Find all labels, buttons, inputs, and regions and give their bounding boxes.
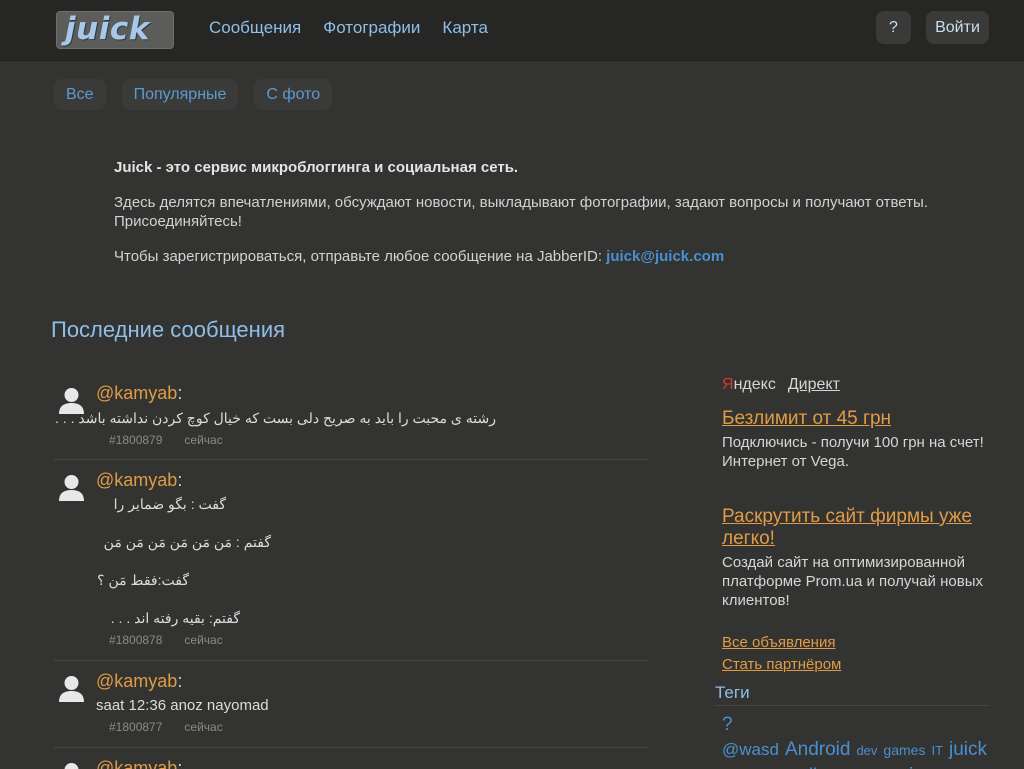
tag-link[interactable]: linux [809,765,846,769]
message-author[interactable]: @kamyab: [96,671,182,692]
help-button[interactable]: ? [876,11,911,44]
brand-direct: Директ [787,376,840,393]
message-time: сейчас [184,433,223,447]
ad-desc: Создай сайт на оптимизированной платформ… [722,554,983,609]
message-text: رشته ی محبت را باید به صریح دلی بست که خ… [55,410,496,426]
message-author[interactable]: @kamyab: [96,383,182,404]
message-line: گفتم: بقیه رفته اند . . . [110,610,240,626]
intro-desc: Здесь делятся впечатлениями, обсуждают н… [114,194,928,230]
brand-ndex: ндекс [733,376,776,393]
logo-text: juick [65,11,150,47]
section-title: Последние сообщения [51,317,286,342]
jabber-link[interactable]: juick@juick.com [606,248,724,265]
tag-link[interactable]: music [873,765,923,769]
tag-link[interactable]: ? [722,714,733,735]
message-item: @kamyab: رشته ی محبت را باید به صریح دلی… [54,373,649,460]
intro-lead: Juick - это сервис микроблоггинга и соци… [114,159,519,176]
become-partner-link[interactable]: Стать партнёром [722,654,992,676]
message-meta: #1800878 сейчас [109,633,223,647]
filter-with-photo[interactable]: С фото [254,79,333,110]
ad-title[interactable]: Раскрутить сайт фирмы уже легко! [722,506,992,550]
message-line: گفتم : مَن مَن مَن مَن مَن مَن [103,534,271,550]
intro-register: Чтобы зарегистрироваться, отправьте любо… [114,247,934,266]
filter-tabs: Все Популярные С фото [54,79,333,110]
message-time: сейчас [184,633,223,647]
tag-link[interactable]: Android [785,739,851,760]
tags-divider [715,705,989,706]
author-name: @kamyab [96,758,178,769]
nav-messages[interactable]: Сообщения [209,18,301,38]
message-author[interactable]: @kamyab: [96,758,182,769]
filter-all[interactable]: Все [54,79,106,110]
yandex-direct-ad: Яндекс Директ Безлимит от 45 грн Подключи… [722,376,992,676]
tag-link[interactable]: dev [856,743,877,758]
tag-link[interactable]: games [883,742,925,758]
nav-photos[interactable]: Фотографии [323,18,420,38]
ad-title[interactable]: Безлимит от 45 грн [722,408,992,430]
nav-map[interactable]: Карта [442,18,488,38]
filter-popular[interactable]: Популярные [121,79,239,110]
top-header: juick Сообщения Фотографии Карта ? Войти [0,0,1024,61]
message-line: گفت : بگو ضمایر را [113,496,226,512]
message-id-link[interactable]: #1800878 [109,633,162,647]
login-button[interactable]: Войти [926,11,989,44]
avatar-icon[interactable] [57,472,86,501]
author-name: @kamyab [96,383,178,403]
tags-title: Теги [715,683,750,702]
author-colon: : [177,758,183,769]
avatar-icon[interactable] [57,760,86,769]
author-name: @kamyab [96,470,178,490]
author-colon: : [177,383,183,403]
message-meta: #1800879 сейчас [109,433,223,447]
all-ads-link[interactable]: Все объявления [722,632,992,654]
message-item: @kamyab: saat 12:36 anoz nayomad #180087… [54,661,649,748]
message-time: сейчас [184,720,223,734]
tag-link[interactable]: juick [949,739,987,760]
juick-logo[interactable]: juick [56,11,174,49]
tag-cloud: ?@wasdAndroiddevgamesITjuick juick_pplli… [722,713,992,769]
ad-links: Все объявления Стать партнёром [722,632,992,676]
message-id-link[interactable]: #1800877 [109,720,162,734]
message-line: گفت:فقط مَن ؟ [97,572,189,588]
avatar-icon[interactable] [57,673,86,702]
message-author[interactable]: @kamyab: [96,470,182,491]
author-colon: : [177,470,183,490]
message-meta: #1800877 сейчас [109,720,223,734]
tag-link[interactable]: IT [931,743,943,758]
message-id-link[interactable]: #1800879 [109,433,162,447]
author-name: @kamyab [96,671,178,691]
message-item: @kamyab: گفت : بگو ضمایر را گفتم : مَن م… [54,460,649,661]
ad-desc: Подключись - получи 100 грн на счет! Инт… [722,434,984,470]
register-text: Чтобы зарегистрироваться, отправьте любо… [114,248,607,265]
brand-ya: Я [722,376,734,393]
message-item: @kamyab: [54,748,649,769]
author-colon: : [177,671,183,691]
intro-block: Juick - это сервис микроблоггинга и соци… [114,158,934,282]
main-nav: Сообщения Фотографии Карта [209,18,488,38]
ad-brand[interactable]: Яндекс Директ [722,376,992,394]
message-text: saat 12:36 anoz nayomad [96,697,269,714]
tag-link[interactable]: @wasd [722,740,779,759]
